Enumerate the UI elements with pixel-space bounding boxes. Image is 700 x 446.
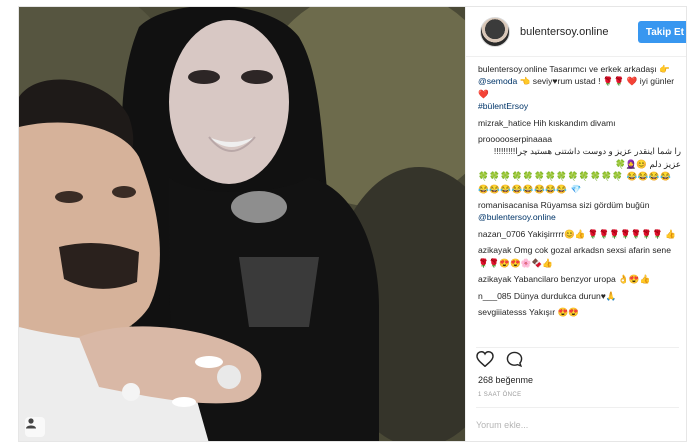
like-count[interactable]: 268 beğenme (478, 375, 533, 385)
post-actions (476, 347, 679, 369)
comment-mention[interactable]: @bulentersoy.online (478, 212, 556, 222)
heart-icon[interactable] (476, 350, 494, 372)
header-username[interactable]: bulentersoy.online (520, 26, 608, 38)
instagram-post: bulentersoy.online Takip Et bulentersoy.… (18, 6, 687, 442)
comment-username[interactable]: n___085 (478, 291, 511, 301)
caption-username[interactable]: bulentersoy.online (478, 64, 547, 74)
caption-hashtag[interactable]: #bülentErsoy (478, 101, 528, 111)
comment-username[interactable]: sevgiiiatesss (478, 307, 527, 317)
comment-username[interactable]: proooooserpinaaaa (478, 134, 552, 144)
comment-emoji: 🍀🍀🍀🍀🍀🍀🍀🍀🍀🍀🍀🍀🍀 😂😂😂😂😂😂😂😂😂😂😂😂 💎 (478, 171, 672, 194)
comment-text: Dünya durdukca durun♥🙏 (513, 290, 617, 301)
comment-username[interactable]: romanisacanisa (478, 200, 538, 210)
caption-text: Tasarımcı ve erkek arkadaşı 👉 (549, 64, 670, 74)
list-item: proooooserpinaaaa را شما اینقدر عزیز و د… (478, 133, 681, 195)
comment-text: Yakişirrrrr😊👍 🌹🌹🌹🌹🌹🌹🌹 👍 (527, 228, 676, 239)
caption-text-2: 👈 seviy♥rum ustad ! (517, 76, 601, 87)
comments-list[interactable]: bulentersoy.online Tasarımcı ve erkek ar… (466, 63, 686, 341)
comment-icon[interactable] (506, 351, 523, 373)
comment-text: Rüyamsa sizi gördüm buğün (540, 200, 650, 211)
add-comment-bar (476, 407, 679, 441)
caption-mention[interactable]: @semoda (478, 76, 517, 86)
comment-username[interactable]: mizrak_hatice (478, 118, 531, 128)
comment-text: Yabancilaro benzyor uropa 👌😍👍 (513, 274, 651, 285)
post-header: bulentersoy.online Takip Et (466, 7, 686, 57)
post-photo-illustration (19, 7, 465, 441)
list-item: n___085 Dünya durdukca durun♥🙏 (478, 290, 681, 302)
avatar[interactable] (480, 16, 510, 47)
user-tag-icon[interactable] (25, 417, 45, 437)
comment-input[interactable] (476, 419, 679, 430)
follow-button[interactable]: Takip Et (637, 21, 686, 43)
comment-text: را شما اینقدر عزیز و دوست داشتنی هستید چ… (493, 146, 681, 169)
comment-username[interactable]: nazan_0706 (478, 229, 525, 239)
list-item: mizrak_hatice Hih kıskandım divamı (478, 117, 681, 129)
caption: bulentersoy.online Tasarımcı ve erkek ar… (478, 63, 681, 113)
list-item: romanisacanisa Rüyamsa sizi gördüm buğün… (478, 199, 681, 224)
comment-username[interactable]: azikayak (478, 274, 511, 284)
post-photo[interactable] (19, 7, 465, 441)
post-side-panel: bulentersoy.online Takip Et bulentersoy.… (465, 7, 686, 441)
comment-username[interactable]: azikayak (478, 245, 511, 255)
comment-text: Hih kıskandım divamı (533, 117, 616, 128)
comment-text: Yakışır 😍😍 (528, 306, 579, 317)
list-item: sevgiiiatesss Yakışır 😍😍 (478, 306, 681, 318)
list-item: azikayak Yabancilaro benzyor uropa 👌😍👍 (478, 273, 681, 285)
list-item: azikayak Omg cok gozal arkadsn sexsi afa… (478, 244, 681, 269)
list-item: nazan_0706 Yakişirrrrr😊👍 🌹🌹🌹🌹🌹🌹🌹 👍 (478, 228, 681, 240)
post-timestamp: 1 SAAT ÖNCE (478, 392, 522, 398)
